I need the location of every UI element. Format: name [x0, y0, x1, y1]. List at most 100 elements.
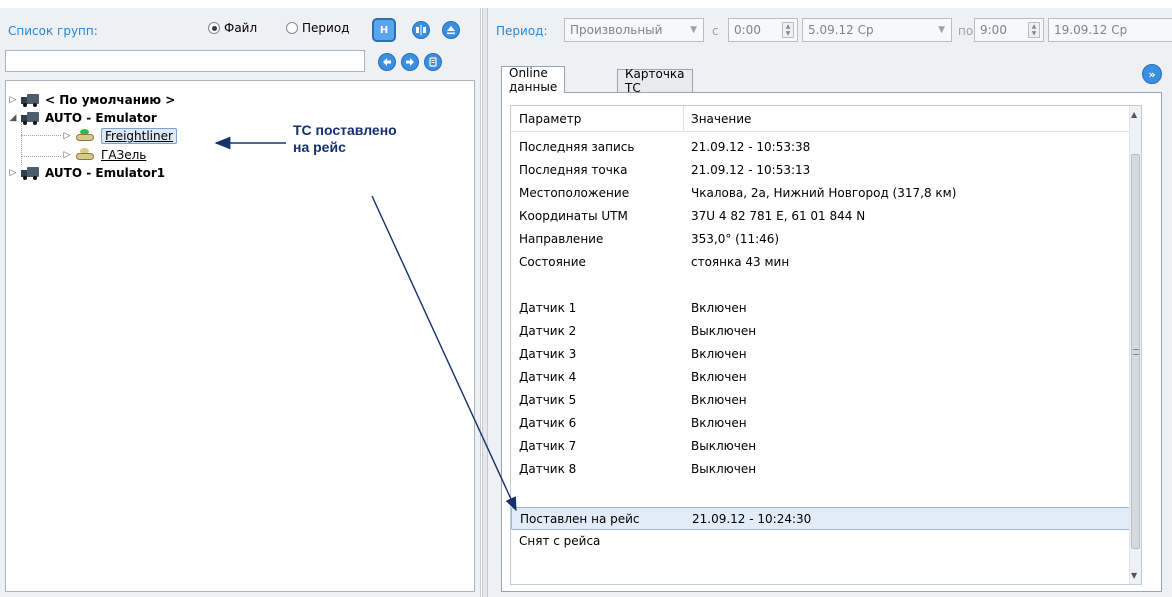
row-value: Чкалова, 2а, Нижний Новгород (317,8 км)	[691, 186, 957, 200]
list-icon	[429, 57, 437, 67]
spinner-icon[interactable]: ▲ ▼	[1028, 22, 1040, 38]
tree-item-label[interactable]: ГАЗель	[101, 148, 146, 162]
scroll-up-icon[interactable]: ▲	[1131, 110, 1137, 119]
expand-icon[interactable]: ▷	[62, 131, 72, 141]
row-param: Датчик 2	[519, 324, 577, 338]
table-row[interactable]	[511, 274, 1131, 297]
tree-item-gazel[interactable]: ▷ ГАЗель	[62, 146, 146, 164]
table-row[interactable]: Датчик 1 Включен	[511, 297, 1131, 320]
table-row[interactable]: Датчик 4 Включен	[511, 366, 1131, 389]
tree-item-auto-emulator[interactable]: ◢ AUTO - Emulator	[8, 109, 157, 127]
arrow-right-icon	[406, 58, 414, 66]
row-param: Датчик 8	[519, 462, 577, 476]
online-data-grid[interactable]: Параметр Значение Последняя запись 21.09.…	[510, 105, 1142, 585]
grid-header: Параметр Значение	[511, 106, 1131, 132]
table-row[interactable]: Направление 353,0° (11:46)	[511, 228, 1131, 251]
chevron-down-icon: ▼	[938, 25, 945, 35]
table-row[interactable]	[511, 481, 1131, 504]
list-button[interactable]	[424, 53, 442, 71]
expand-icon[interactable]: ▷	[8, 95, 18, 105]
scroll-down-icon[interactable]: ▼	[1131, 571, 1137, 580]
eject-button[interactable]	[442, 21, 460, 39]
row-value: Выключен	[691, 462, 757, 476]
double-chevron-right-icon[interactable]: »	[1142, 64, 1162, 84]
radio-file-dot[interactable]	[208, 22, 220, 34]
row-param: Датчик 1	[519, 301, 577, 315]
row-param: Направление	[519, 232, 604, 246]
row-value: 21.09.12 - 10:53:13	[691, 163, 811, 177]
time-to-field[interactable]: 9:00 ▲ ▼	[974, 18, 1044, 42]
row-param: Последняя запись	[519, 140, 635, 154]
forward-button[interactable]	[401, 53, 419, 71]
time-from-value: 0:00	[734, 23, 761, 37]
tab-vehicle-card[interactable]: Карточка ТС	[617, 67, 693, 95]
row-value: 21.09.12 - 10:24:30	[692, 512, 812, 526]
tab-online-data[interactable]: Online данные	[501, 66, 566, 94]
expand-icon[interactable]: ▷	[8, 168, 18, 178]
table-row[interactable]: Снят с рейса	[511, 530, 1131, 553]
left-toolbar: Список групп: Файл Период H	[0, 8, 481, 44]
split-button[interactable]	[412, 21, 430, 39]
filter-input[interactable]	[5, 50, 365, 72]
date-to-field[interactable]: 19.09.12 Ср	[1048, 18, 1172, 42]
table-row[interactable]: Датчик 7 Выключен	[511, 435, 1131, 458]
h-button[interactable]: H	[372, 18, 396, 42]
expand-icon[interactable]: ▷	[62, 150, 72, 160]
time-to-value: 9:00	[980, 23, 1007, 37]
annotation-line2: на рейс	[293, 139, 346, 155]
car-online-icon	[75, 129, 95, 143]
from-label: с	[712, 24, 719, 38]
date-from-field[interactable]: 5.09.12 Ср ▼	[802, 18, 952, 42]
row-value: Включен	[691, 301, 747, 315]
row-value: Включен	[691, 416, 747, 430]
row-value: Выключен	[691, 439, 757, 453]
table-row[interactable]: Состояние стоянка 43 мин	[511, 251, 1131, 274]
row-value: 353,0° (11:46)	[691, 232, 780, 246]
tree-item-label[interactable]: Freightliner	[101, 128, 177, 144]
date-from-value: 5.09.12 Ср	[808, 23, 874, 37]
radio-period-dot[interactable]	[286, 22, 298, 34]
row-param: Снят с рейса	[519, 534, 601, 548]
tree-item-freightliner[interactable]: ▷ Freightliner	[62, 127, 177, 145]
tree-item-default[interactable]: ▷ < По умолчанию >	[8, 91, 175, 109]
row-param: Датчик 5	[519, 393, 577, 407]
chevron-down-icon: ▼	[690, 25, 697, 35]
table-row[interactable]: Координаты UTM 37U 4 82 781 E, 61 01 844 …	[511, 205, 1131, 228]
tree-guide-line	[21, 135, 61, 136]
row-param: Координаты UTM	[519, 209, 628, 223]
table-row[interactable]: Датчик 6 Включен	[511, 412, 1131, 435]
period-select[interactable]: Произвольный ▼	[564, 18, 704, 42]
grid-scrollbar[interactable]: ▲ ▼	[1129, 106, 1141, 584]
scroll-thumb[interactable]	[1131, 154, 1140, 549]
table-row[interactable]: Датчик 5 Включен	[511, 389, 1131, 412]
grip-icon	[1133, 349, 1139, 355]
h-icon: H	[379, 24, 389, 36]
column-header-value[interactable]: Значение	[691, 112, 751, 126]
back-button[interactable]	[378, 53, 396, 71]
column-header-param[interactable]: Параметр	[519, 112, 581, 126]
radio-file-label: Файл	[224, 21, 258, 35]
spinner-icon[interactable]: ▲ ▼	[782, 22, 794, 38]
radio-period-label: Период	[302, 21, 350, 35]
radio-period[interactable]: Период	[286, 21, 349, 35]
table-row[interactable]: Местоположение Чкалова, 2а, Нижний Новгор…	[511, 182, 1131, 205]
table-row-highlighted[interactable]: Поставлен на рейс 21.09.12 - 10:24:30	[511, 507, 1131, 530]
row-param: Датчик 7	[519, 439, 577, 453]
tree-item-auto-emulator1[interactable]: ▷ AUTO - Emulator1	[8, 164, 165, 182]
table-row[interactable]: Последняя точка 21.09.12 - 10:53:13	[511, 159, 1131, 182]
radio-file[interactable]: Файл	[208, 21, 257, 35]
time-from-field[interactable]: 0:00 ▲ ▼	[728, 18, 798, 42]
row-value: 37U 4 82 781 E, 61 01 844 N	[691, 209, 866, 223]
truck-icon	[21, 93, 39, 107]
row-value: 21.09.12 - 10:53:38	[691, 140, 811, 154]
group-tree[interactable]: ▷ < По умолчанию > ◢ AUTO - Emulator ▷ F…	[5, 80, 475, 592]
period-label: Период:	[496, 24, 548, 38]
row-value: Включен	[691, 393, 747, 407]
table-row[interactable]: Датчик 3 Включен	[511, 343, 1131, 366]
column-separator[interactable]	[683, 106, 684, 132]
collapse-icon[interactable]: ◢	[8, 113, 18, 123]
table-row[interactable]: Последняя запись 21.09.12 - 10:53:38	[511, 136, 1131, 159]
table-row[interactable]: Датчик 2 Выключен	[511, 320, 1131, 343]
table-row[interactable]: Датчик 8 Выключен	[511, 458, 1131, 481]
row-value: Выключен	[691, 324, 757, 338]
